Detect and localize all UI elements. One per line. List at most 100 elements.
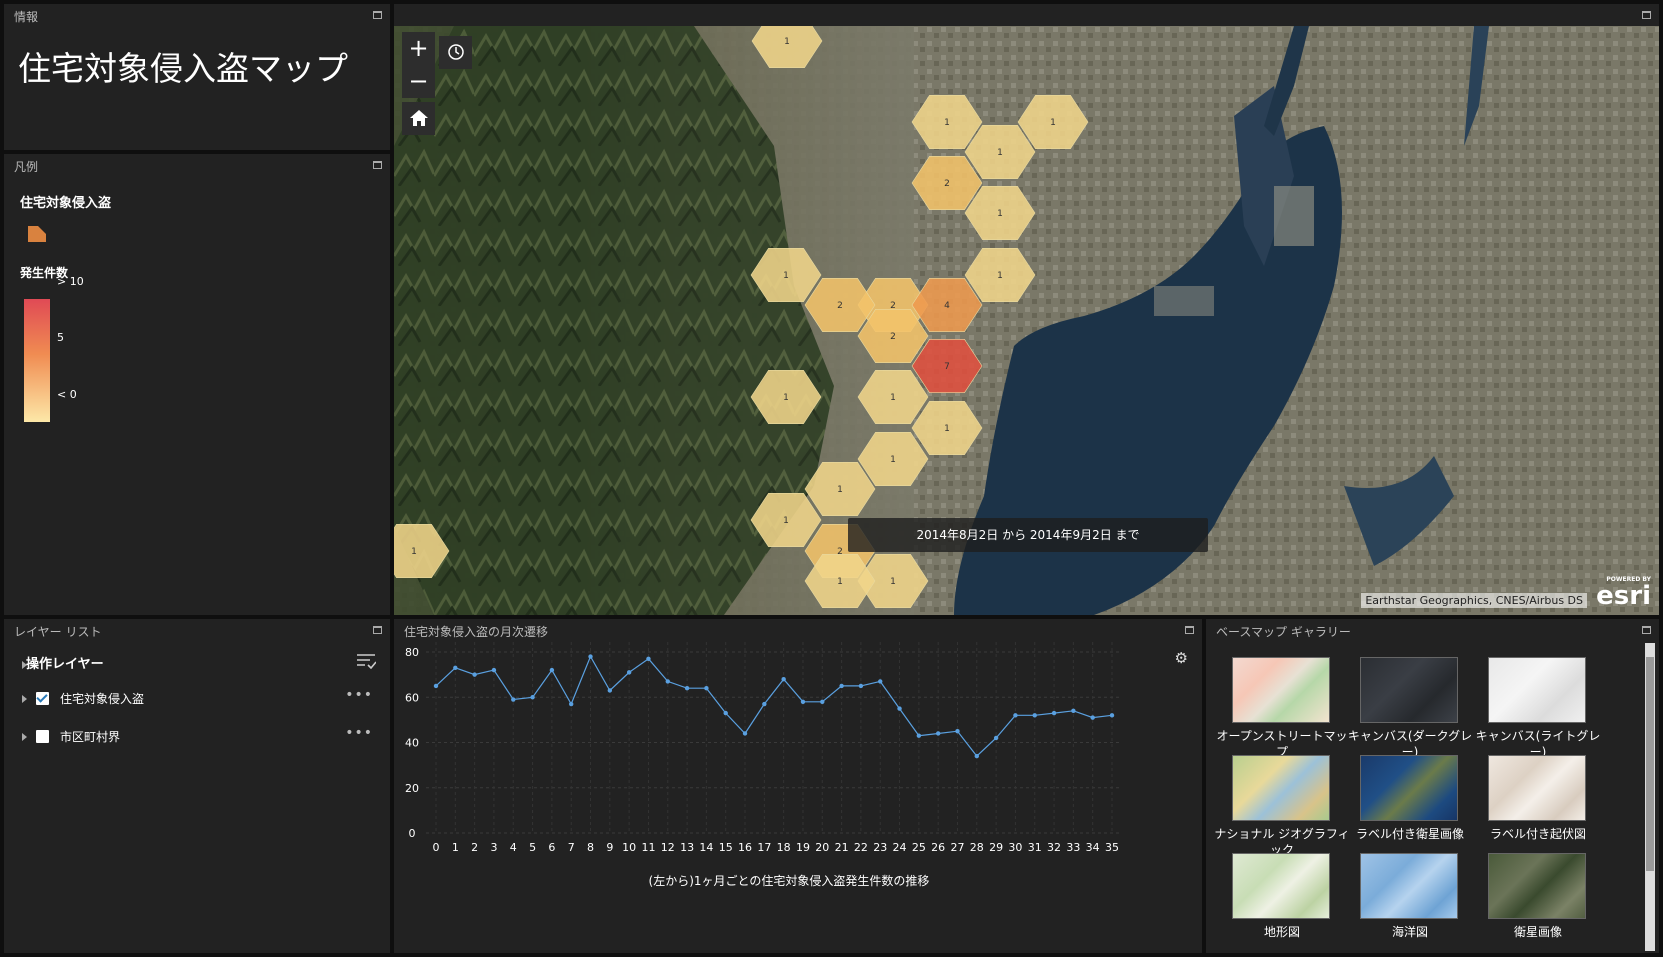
data-point[interactable] <box>993 735 999 741</box>
data-point[interactable] <box>607 688 613 693</box>
data-point[interactable] <box>897 706 902 711</box>
data-point[interactable] <box>511 697 516 702</box>
info-panel-title: 情報 <box>14 10 39 24</box>
zoom-in-button[interactable]: + <box>402 32 435 65</box>
basemap-thumbnail[interactable] <box>1488 755 1586 821</box>
layer-row-municipal[interactable]: 市区町村界 ••• <box>22 725 377 751</box>
data-point[interactable] <box>646 656 651 661</box>
hexbin-count-label: 1 <box>783 516 789 526</box>
maximize-icon[interactable] <box>1642 11 1651 19</box>
basemap-thumbnail[interactable] <box>1360 853 1458 919</box>
data-point[interactable] <box>549 667 555 673</box>
layer-visibility-checkbox[interactable] <box>36 730 49 743</box>
x-tick-label: 1 <box>452 841 459 854</box>
hexbin-count-label: 1 <box>1050 118 1056 128</box>
expand-caret-icon[interactable] <box>22 733 27 741</box>
basemap-thumbnail[interactable] <box>1360 657 1458 723</box>
gallery-panel-title: ベースマップ ギャラリー <box>1216 625 1351 639</box>
layer-row-burglary-item[interactable]: 住宅対象侵入盗 ••• <box>22 687 377 713</box>
home-button[interactable] <box>402 102 435 135</box>
chart-settings-gear-icon[interactable]: ⚙ <box>1175 649 1188 667</box>
basemap-label: キャンバス(ライトグレー) <box>1475 729 1601 758</box>
gallery-scrollbar[interactable] <box>1645 643 1655 951</box>
x-tick-label: 2 <box>471 841 478 854</box>
basemap-thumbnail[interactable] <box>1488 853 1586 919</box>
data-point[interactable] <box>491 667 497 673</box>
data-point[interactable] <box>781 676 786 682</box>
data-point[interactable] <box>626 670 632 675</box>
data-point[interactable] <box>453 665 458 671</box>
hexbin-count-label: 2 <box>890 332 896 342</box>
maximize-icon[interactable] <box>373 161 382 169</box>
map-panel: 11112111224127111121111 + − 2014年8月2日 から… <box>394 4 1659 615</box>
data-point[interactable] <box>1051 710 1057 716</box>
data-point[interactable] <box>800 699 806 704</box>
data-point[interactable] <box>1109 713 1115 718</box>
basemap-gallery-panel: ベースマップ ギャラリー オープンストリートマップ キャンバス(ダークグレー) キャ… <box>1206 619 1659 953</box>
data-point[interactable] <box>916 733 922 738</box>
hexbin-count-label: 1 <box>890 577 896 587</box>
data-point[interactable] <box>704 686 709 691</box>
x-tick-label: 15 <box>719 841 733 854</box>
more-options-icon[interactable]: ••• <box>345 687 373 703</box>
data-point[interactable] <box>935 731 941 736</box>
data-point[interactable] <box>878 679 883 684</box>
info-panel: 情報 住宅対象侵入盗マップ <box>4 4 390 150</box>
data-point[interactable] <box>472 672 477 677</box>
data-point[interactable] <box>588 654 593 659</box>
data-point[interactable] <box>1090 715 1095 720</box>
x-tick-label: 31 <box>1028 841 1042 854</box>
basemap-thumbnail[interactable] <box>1488 657 1586 723</box>
time-extent-label: 2014年8月2日 から 2014年9月2日 まで <box>848 518 1208 552</box>
maximize-icon[interactable] <box>1642 626 1651 634</box>
x-tick-label: 29 <box>989 841 1003 854</box>
data-point[interactable] <box>839 683 844 689</box>
chart-panel: 0 20 40 60 80 0 1 2 3 4 5 6 7 8 9 10 11 12 13 14 15 16 17 18 19 2… <box>394 619 1202 953</box>
gallery-scroll-thumb[interactable] <box>1646 657 1654 871</box>
zoom-out-button[interactable]: − <box>402 65 435 98</box>
data-point[interactable] <box>1071 708 1076 714</box>
x-tick-label: 34 <box>1086 841 1100 854</box>
data-point[interactable] <box>569 701 574 707</box>
basemap-label: 地形図 <box>1263 925 1300 939</box>
y-tick-label: 20 <box>405 782 419 795</box>
data-point[interactable] <box>858 683 864 689</box>
data-point[interactable] <box>684 686 690 691</box>
basemap-thumbnail[interactable] <box>1232 657 1330 723</box>
hexbin-count-label: 1 <box>997 148 1003 158</box>
basemap-label: ラベル付き起伏図 <box>1489 827 1586 841</box>
data-point[interactable] <box>820 699 825 704</box>
expand-caret-icon[interactable] <box>22 695 27 703</box>
data-point[interactable] <box>1032 713 1037 718</box>
hexbin-count-label: 1 <box>997 271 1003 281</box>
maximize-icon[interactable] <box>373 626 382 634</box>
data-point[interactable] <box>955 728 960 734</box>
data-point[interactable] <box>742 731 748 736</box>
more-options-icon[interactable]: ••• <box>345 725 373 741</box>
basemap-thumbnail[interactable] <box>1232 755 1330 821</box>
basemap-label: ナショナル ジオグラフィック <box>1214 827 1350 856</box>
data-point[interactable] <box>665 679 670 684</box>
layer-row-burglary[interactable] <box>22 653 377 677</box>
basemap-thumbnail[interactable] <box>1232 853 1330 919</box>
data-point[interactable] <box>762 701 767 707</box>
hexbin-count-label: 1 <box>837 485 843 495</box>
x-tick-label: 35 <box>1105 841 1119 854</box>
x-tick-label: 20 <box>815 841 829 854</box>
data-point[interactable] <box>974 753 979 759</box>
basemap-thumbnail[interactable] <box>1360 755 1458 821</box>
legend-ramp-label-mid: 5 <box>57 331 64 344</box>
layer-visibility-checkbox[interactable] <box>36 692 49 705</box>
data-point[interactable] <box>723 710 728 716</box>
data-point[interactable] <box>433 683 439 689</box>
maximize-icon[interactable] <box>373 11 382 19</box>
data-point[interactable] <box>1013 713 1018 718</box>
data-point[interactable] <box>530 695 535 700</box>
maximize-icon[interactable] <box>1185 626 1194 634</box>
basemap-label: キャンバス(ダークグレー) <box>1347 729 1473 758</box>
basemap-label: オープンストリートマップ <box>1216 729 1348 758</box>
hexbin-count-label: 1 <box>837 577 843 587</box>
x-tick-label: 11 <box>641 841 655 854</box>
time-slider-button[interactable] <box>439 36 472 69</box>
expand-caret-icon[interactable] <box>22 661 27 669</box>
